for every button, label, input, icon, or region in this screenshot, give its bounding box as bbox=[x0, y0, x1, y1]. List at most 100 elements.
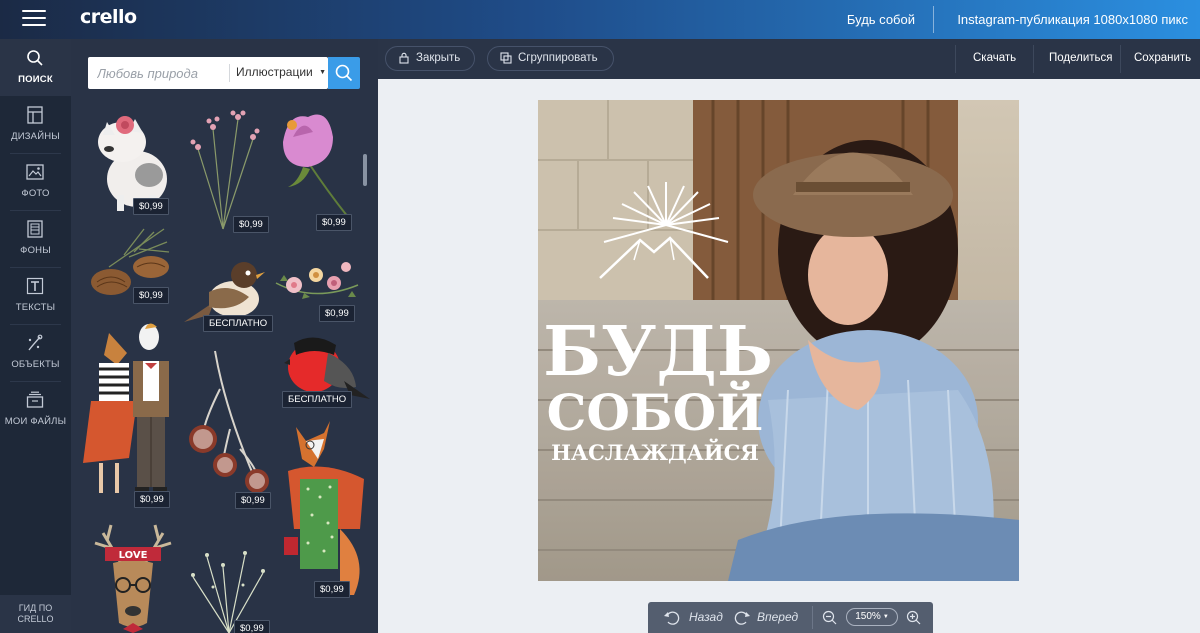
header-divider bbox=[933, 6, 934, 33]
lock-icon bbox=[399, 52, 409, 64]
caret-down-icon: ▼ bbox=[319, 69, 327, 76]
rail-item-designs[interactable]: ДИЗАЙНЫ bbox=[0, 96, 71, 153]
design-subline: НАСЛАЖДАЙСЯ bbox=[551, 439, 759, 465]
rail-item-search[interactable]: ПОИСК bbox=[0, 39, 71, 96]
category-dropdown[interactable]: Иллюстрации ▼ bbox=[236, 65, 326, 79]
my-files-icon bbox=[26, 391, 44, 408]
document-size[interactable]: Instagram-публикация 1080x1080 пикс bbox=[957, 12, 1188, 27]
bottom-bar-divider bbox=[812, 606, 813, 629]
rail-label: ФОНЫ bbox=[20, 245, 51, 256]
price-badge: $0,99 bbox=[134, 491, 170, 508]
price-badge: $0,99 bbox=[235, 492, 271, 509]
group-button[interactable]: Сгруппировать bbox=[487, 46, 614, 71]
designs-icon bbox=[27, 106, 43, 124]
rail-label: ТЕКСТЫ bbox=[15, 302, 56, 313]
rail-label: ПОИСК bbox=[18, 74, 53, 85]
undo-icon[interactable] bbox=[664, 610, 680, 626]
illustration-berry-branch[interactable]: $0,99 bbox=[185, 349, 275, 509]
design-canvas[interactable]: БУДЬ СОБОЙ НАСЛАЖДАЙСЯ bbox=[538, 100, 1019, 581]
price-badge: $0,99 bbox=[234, 620, 270, 633]
library-panel: Иллюстрации ▼ $0,99 bbox=[71, 39, 378, 633]
rail-label: ДИЗАЙНЫ bbox=[11, 131, 60, 142]
history-zoom-bar: Назад Вперед 150% ▼ bbox=[648, 602, 933, 633]
search-button[interactable] bbox=[328, 57, 360, 89]
guide-label-line2: CRELLO bbox=[17, 614, 54, 624]
panel-scrollbar[interactable] bbox=[363, 154, 367, 186]
price-badge: $0,99 bbox=[314, 581, 350, 598]
canvas-area: Закрыть Сгруппировать Скачать Поделиться… bbox=[378, 39, 1200, 633]
search-input[interactable] bbox=[88, 57, 228, 89]
rail-item-objects[interactable]: ОБЪЕКТЫ bbox=[0, 324, 71, 381]
zoom-out-icon[interactable] bbox=[822, 610, 837, 625]
search-box: Иллюстрации ▼ bbox=[88, 57, 328, 89]
backgrounds-icon bbox=[27, 220, 43, 238]
illustration-bulldog[interactable]: $0,99 bbox=[87, 107, 177, 215]
document-title[interactable]: Будь собой bbox=[847, 12, 915, 27]
illustration-fox-lady[interactable]: $0,99 bbox=[284, 419, 370, 598]
close-label: Закрыть bbox=[416, 52, 461, 64]
illustration-twigs[interactable]: $0,99 bbox=[183, 547, 275, 633]
rail-label: ФОТО bbox=[21, 188, 50, 199]
redo-icon[interactable] bbox=[734, 610, 750, 626]
price-badge: $0,99 bbox=[133, 287, 169, 304]
deer-banner-text: LOVE bbox=[119, 550, 148, 561]
illustration-pink-flower[interactable]: $0,99 bbox=[268, 107, 356, 231]
group-icon bbox=[500, 52, 512, 64]
caret-down-icon: ▼ bbox=[882, 614, 889, 620]
price-badge: БЕСПЛАТНО bbox=[282, 391, 353, 408]
top-bar: crello Будь собой Instagram-публикация 1… bbox=[0, 0, 1200, 39]
rail-item-backgrounds[interactable]: ФОНЫ bbox=[0, 210, 71, 267]
photo-icon bbox=[26, 164, 44, 180]
rail-label: ОБЪЕКТЫ bbox=[11, 359, 60, 370]
design-headline-line2: СОБОЙ bbox=[547, 379, 764, 442]
close-button[interactable]: Закрыть bbox=[385, 46, 475, 71]
fox-lady-illustration bbox=[284, 421, 364, 595]
text-icon bbox=[26, 277, 44, 295]
search-icon bbox=[27, 50, 43, 66]
illustration-sparrow[interactable]: БЕСПЛАТНО bbox=[179, 257, 275, 332]
illustration-animal-couple[interactable]: $0,99 bbox=[79, 323, 183, 508]
guide-label-line1: ГИД ПО bbox=[18, 603, 53, 613]
objects-icon bbox=[28, 334, 43, 351]
redo-button[interactable]: Вперед bbox=[757, 610, 798, 624]
save-button[interactable]: Сохранить bbox=[1134, 52, 1191, 64]
pink-flower-illustration bbox=[283, 114, 349, 218]
rail-item-texts[interactable]: ТЕКСТЫ bbox=[0, 267, 71, 324]
toolbar-divider bbox=[1033, 45, 1034, 73]
category-label: Иллюстрации bbox=[236, 65, 313, 79]
design-artwork: БУДЬ СОБОЙ НАСЛАЖДАЙСЯ bbox=[538, 100, 1019, 581]
price-badge: $0,99 bbox=[133, 198, 169, 215]
rail-item-my-files[interactable]: МОИ ФАЙЛЫ bbox=[0, 381, 71, 438]
dry-flowers-illustration bbox=[190, 110, 260, 230]
price-badge: $0,99 bbox=[233, 216, 269, 233]
zoom-level-dropdown[interactable]: 150% ▼ bbox=[846, 608, 898, 626]
illustration-love-deer[interactable]: LOVE bbox=[83, 523, 183, 633]
love-deer-illustration: LOVE bbox=[94, 524, 172, 633]
download-button[interactable]: Скачать bbox=[973, 52, 1016, 64]
toolbar-divider bbox=[955, 45, 956, 73]
berry-branch-illustration bbox=[189, 350, 269, 493]
share-button[interactable]: Поделиться bbox=[1049, 52, 1113, 64]
illustration-dry-flowers[interactable]: $0,99 bbox=[183, 109, 269, 233]
toolbar-divider bbox=[1120, 45, 1121, 73]
editor-toolbar: Закрыть Сгруппировать Скачать Поделиться… bbox=[378, 39, 1200, 79]
rail-label: МОИ ФАЙЛЫ bbox=[4, 416, 67, 427]
price-badge: БЕСПЛАТНО bbox=[203, 315, 274, 332]
zoom-in-icon[interactable] bbox=[906, 610, 921, 625]
app-logo[interactable]: crello bbox=[80, 6, 137, 28]
search-divider bbox=[229, 64, 230, 82]
illustration-pine-cones[interactable]: $0,99 bbox=[89, 227, 179, 304]
crello-guide-button[interactable]: ГИД ПО CRELLO bbox=[0, 595, 71, 633]
zoom-level: 150% bbox=[855, 611, 881, 622]
illustration-bullfinch[interactable]: БЕСПЛАТНО bbox=[282, 329, 370, 408]
price-badge: $0,99 bbox=[316, 214, 352, 231]
animal-couple-illustration bbox=[83, 323, 169, 493]
rail-item-photo[interactable]: ФОТО bbox=[0, 153, 71, 210]
design-headline-line1: БУДЬ bbox=[543, 312, 773, 392]
undo-button[interactable]: Назад bbox=[689, 610, 723, 624]
price-badge: $0,99 bbox=[319, 305, 355, 322]
search-icon bbox=[335, 64, 353, 82]
menu-icon[interactable] bbox=[22, 10, 46, 28]
left-rail: ПОИСК ДИЗАЙНЫ ФОТО ФОНЫ ТЕКСТЫ ОБЪЕКТЫ М… bbox=[0, 39, 71, 633]
illustration-flower-garland[interactable]: $0,99 bbox=[274, 255, 360, 322]
